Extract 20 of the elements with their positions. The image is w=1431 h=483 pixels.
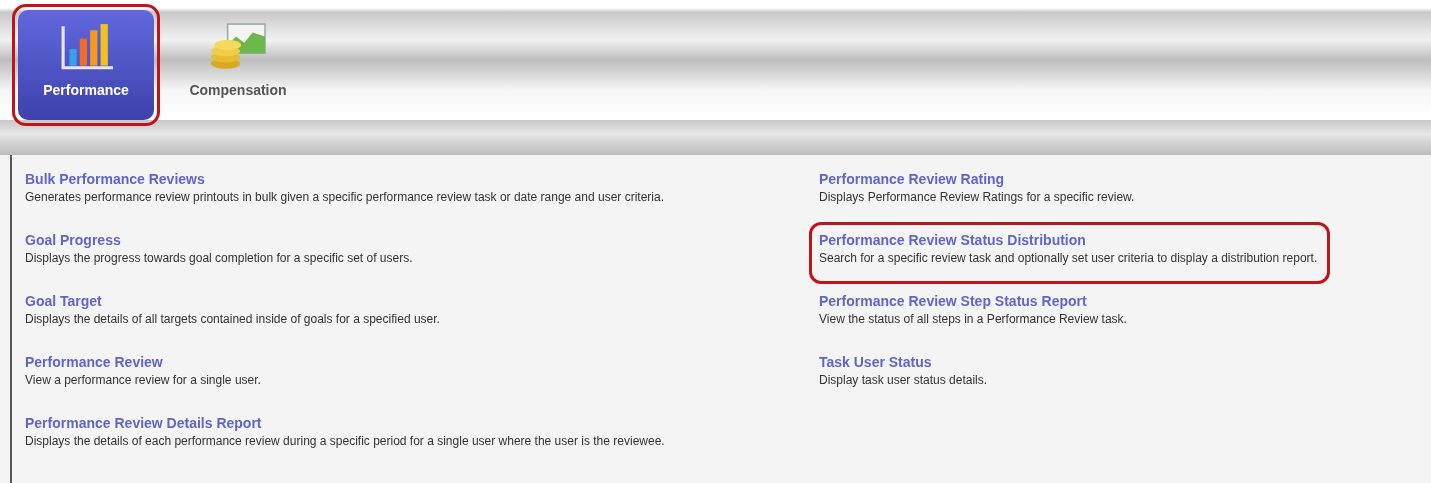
report-link[interactable]: Performance Review Rating — [819, 171, 1005, 187]
report-link[interactable]: Goal Target — [25, 293, 102, 309]
report-description: Search for a specific review task and optionally set user criteria to display a distribution report. — [819, 251, 1318, 265]
report-link[interactable]: Bulk Performance Reviews — [25, 171, 205, 187]
report-link[interactable]: Performance Review — [25, 354, 163, 370]
report-description: Displays the details of all targets contained inside of goals for a specified user. — [25, 312, 440, 326]
report-description: Display task user status details. — [819, 373, 988, 387]
report-description: Displays the details of each performance review during a specific period for a single user where the user is the reviewee. — [25, 434, 665, 448]
report-link[interactable]: Performance Review Status Distribution — [819, 232, 1086, 248]
report-description: Displays the progress towards goal completion for a specific set of users. — [25, 251, 413, 265]
report-description: Generates performance review printouts in bulk given a specific performance review task or date range and user criteria. — [25, 190, 664, 204]
report-description: View the status of all steps in a Performance Review task. — [819, 312, 1127, 326]
report-link[interactable]: Performance Review Step Status Report — [819, 293, 1087, 309]
report-description: Displays Performance Review Ratings for a specific review. — [819, 190, 1135, 204]
report-description: View a performance review for a single user. — [25, 373, 261, 387]
report-link[interactable]: Goal Progress — [25, 232, 121, 248]
report-link[interactable]: Performance Review Details Report — [25, 415, 262, 431]
module-tab[interactable]: Performance — [18, 10, 154, 120]
module-tab[interactable]: Compensation — [170, 10, 306, 120]
report-link[interactable]: Task User Status — [819, 354, 932, 370]
